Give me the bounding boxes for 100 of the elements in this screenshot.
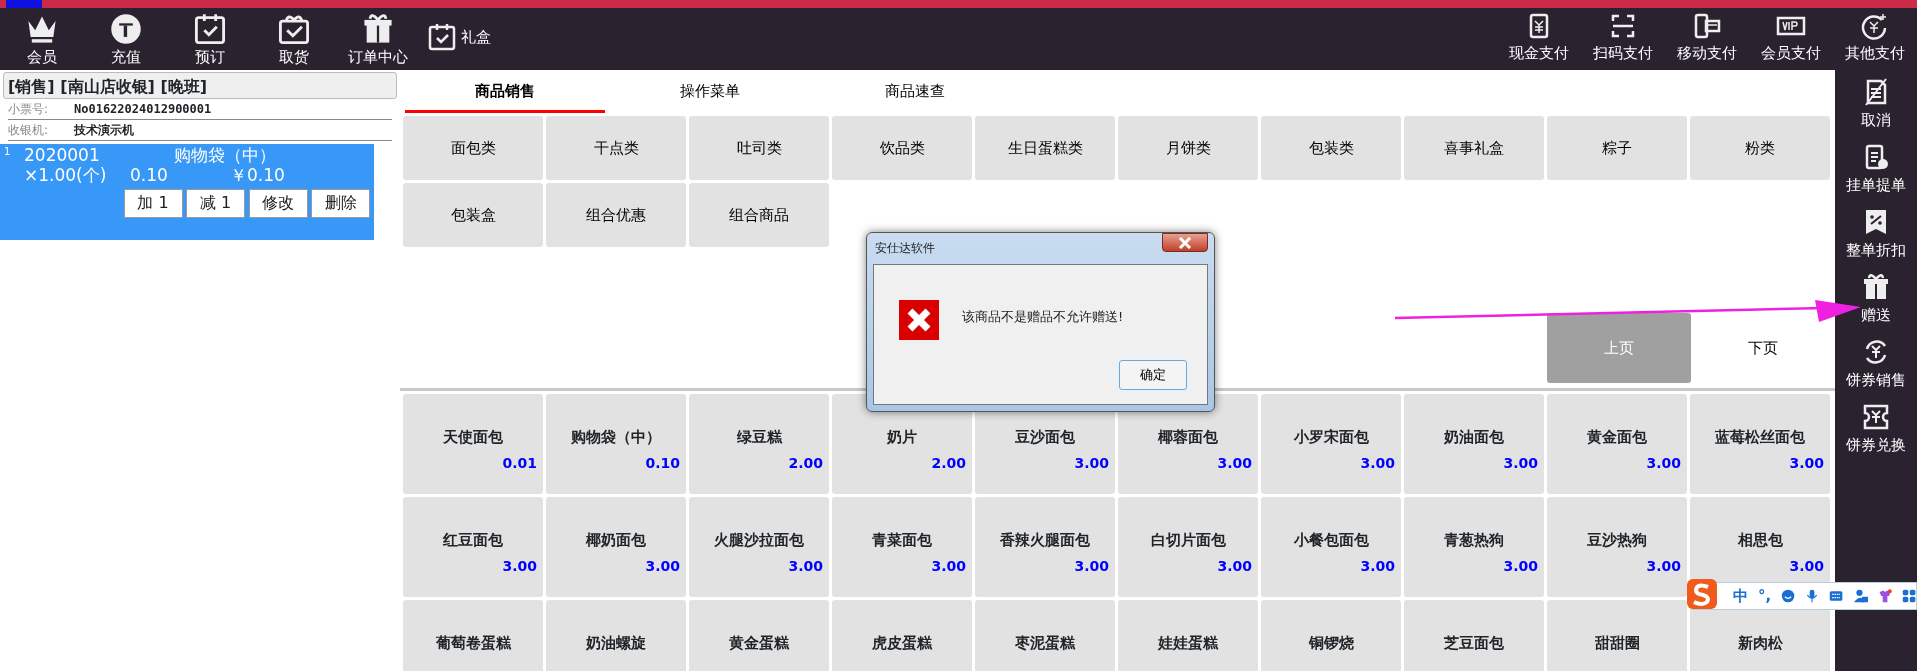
product-name: 绿豆糕 <box>736 427 782 448</box>
product-tile[interactable]: 黄金蛋糕 <box>689 600 829 671</box>
product-name: 豆沙热狗 <box>1587 530 1647 551</box>
product-tile[interactable]: 枣泥蛋糕 <box>975 600 1115 671</box>
category-button[interactable]: 面包类 <box>403 116 543 180</box>
category-button[interactable]: 生日蛋糕类 <box>975 116 1115 180</box>
product-name: 蓝莓松丝面包 <box>1715 427 1805 448</box>
product-price: 3.00 <box>1503 556 1538 576</box>
product-tile[interactable]: 椰奶面包 3.00 <box>546 497 686 597</box>
microphone-icon[interactable] <box>1805 587 1820 605</box>
payment-button[interactable]: 其他支付 <box>1833 8 1917 62</box>
category-button[interactable]: 干点类 <box>546 116 686 180</box>
product-tile[interactable]: 豆沙热狗 3.00 <box>1547 497 1687 597</box>
product-price: 0.01 <box>502 453 537 473</box>
ok-button[interactable]: 确定 <box>1119 360 1187 390</box>
dialog-message: 该商品不是赠品不允许赠送! <box>962 308 1124 326</box>
product-tile[interactable]: 铜锣烧 <box>1261 600 1401 671</box>
product-tile[interactable]: 小餐包面包 3.00 <box>1261 497 1401 597</box>
product-tile[interactable]: 购物袋（中） 0.10 <box>546 394 686 494</box>
payment-button[interactable]: 扫码支付 <box>1581 8 1665 62</box>
product-tile[interactable]: 天使面包 0.01 <box>403 394 543 494</box>
item-quantity: ×1.00(个) <box>24 165 108 186</box>
toolbar-button[interactable]: 预订 <box>168 8 252 66</box>
product-name: 芝豆面包 <box>1444 633 1504 654</box>
product-name: 香辣火腿面包 <box>1000 530 1090 551</box>
product-tile[interactable]: 奶油螺旋 <box>546 600 686 671</box>
toolbar-button[interactable]: 会员 <box>0 8 84 66</box>
side-action-button[interactable]: 赠送 <box>1835 267 1917 332</box>
grid-icon[interactable] <box>1901 587 1916 605</box>
payment-button[interactable]: 现金支付 <box>1497 8 1581 62</box>
product-tile[interactable]: 奶油面包 3.00 <box>1404 394 1544 494</box>
product-tile[interactable]: 绿豆糕 2.00 <box>689 394 829 494</box>
product-tile[interactable]: 蓝莓松丝面包 3.00 <box>1690 394 1830 494</box>
line-number: 1 <box>4 146 12 159</box>
item-action-button[interactable]: 修改 <box>248 188 308 218</box>
category-button[interactable]: 吐司类 <box>689 116 829 180</box>
category-button[interactable]: 月饼类 <box>1118 116 1258 180</box>
tab[interactable]: 操作菜单 <box>610 79 810 113</box>
product-tile[interactable]: 火腿沙拉面包 3.00 <box>689 497 829 597</box>
product-price: 3.00 <box>1217 556 1252 576</box>
product-tile[interactable]: 黄金面包 3.00 <box>1547 394 1687 494</box>
category-button[interactable]: 组合商品 <box>689 183 829 247</box>
tab[interactable]: 商品速查 <box>815 79 1015 113</box>
product-name: 红豆面包 <box>443 530 503 551</box>
product-tile[interactable]: 红豆面包 3.00 <box>403 497 543 597</box>
category-button[interactable]: 粉类 <box>1690 116 1830 180</box>
item-total: ￥0.10 <box>230 165 285 186</box>
close-button[interactable] <box>1162 233 1208 252</box>
toolbar-button[interactable]: 订单中心 <box>336 8 420 66</box>
item-price: 0.10 <box>130 165 169 186</box>
gift-box-button[interactable]: 礼盒 <box>427 22 491 52</box>
product-tile[interactable]: 青菜面包 3.00 <box>832 497 972 597</box>
close-icon <box>1178 236 1192 249</box>
side-action-button[interactable]: 挂单提单 <box>1835 137 1917 202</box>
product-price: 3.00 <box>502 556 537 576</box>
payment-button[interactable]: 移动支付 <box>1665 8 1749 62</box>
category-button[interactable]: 包装类 <box>1261 116 1401 180</box>
product-price: 3.00 <box>931 556 966 576</box>
toolbar-button[interactable]: 充值 <box>84 8 168 66</box>
category-button[interactable]: 粽子 <box>1547 116 1687 180</box>
session-header: [销售] [南山店收银] [晚班] <box>3 72 397 99</box>
category-button[interactable]: 组合优惠 <box>546 183 686 247</box>
product-tile[interactable]: 芝豆面包 <box>1404 600 1544 671</box>
product-price: 3.00 <box>788 556 823 576</box>
shirt-icon[interactable] <box>1877 587 1892 605</box>
product-tile[interactable]: 青葱热狗 3.00 <box>1404 497 1544 597</box>
side-action-button[interactable]: 取消 <box>1835 72 1917 137</box>
product-tile[interactable]: 娃娃蛋糕 <box>1118 600 1258 671</box>
item-action-button[interactable]: 减 1 <box>186 188 245 218</box>
field-label: 收银机: <box>8 122 50 139</box>
tab[interactable]: 商品销售 <box>405 79 605 113</box>
product-price: 0.10 <box>645 453 680 473</box>
side-action-button[interactable]: 饼券销售 <box>1835 332 1917 397</box>
product-tile[interactable]: 葡萄卷蛋糕 <box>403 600 543 671</box>
product-tile[interactable]: 甜甜圈 <box>1547 600 1687 671</box>
cart-item[interactable]: 1 2020001 购物袋（中） ×1.00(个) 0.10 ￥0.10 加 1 减 1 修改 删除 <box>0 144 374 240</box>
product-price: 3.00 <box>1074 453 1109 473</box>
category-button[interactable]: 饮品类 <box>832 116 972 180</box>
product-tile[interactable]: 白切片面包 3.00 <box>1118 497 1258 597</box>
category-button[interactable]: 喜事礼盒 <box>1404 116 1544 180</box>
side-action-button[interactable]: 整单折扣 <box>1835 202 1917 267</box>
toolbar-button[interactable]: 取货 <box>252 8 336 66</box>
item-name: 购物袋（中） <box>174 146 276 166</box>
product-tile[interactable]: 小罗宋面包 3.00 <box>1261 394 1401 494</box>
item-action-button[interactable]: 加 1 <box>123 188 183 218</box>
product-price: 3.00 <box>1789 453 1824 473</box>
side-action-button[interactable]: 饼券兑换 <box>1835 397 1917 462</box>
item-action-button[interactable]: 删除 <box>311 188 370 218</box>
emoji-icon[interactable] <box>1781 587 1796 605</box>
product-price: 3.00 <box>1360 556 1395 576</box>
field-label: 小票号: <box>8 101 50 118</box>
gift-check-icon <box>277 12 311 46</box>
product-tile[interactable]: 香辣火腿面包 3.00 <box>975 497 1115 597</box>
product-name: 天使面包 <box>443 427 503 448</box>
calendar-check-icon <box>193 12 227 46</box>
product-tile[interactable]: 虎皮蛋糕 <box>832 600 972 671</box>
user-icon[interactable] <box>1853 587 1868 605</box>
item-code: 2020001 <box>24 146 101 166</box>
category-button[interactable]: 包装盒 <box>403 183 543 247</box>
payment-button[interactable]: 会员支付 <box>1749 8 1833 62</box>
